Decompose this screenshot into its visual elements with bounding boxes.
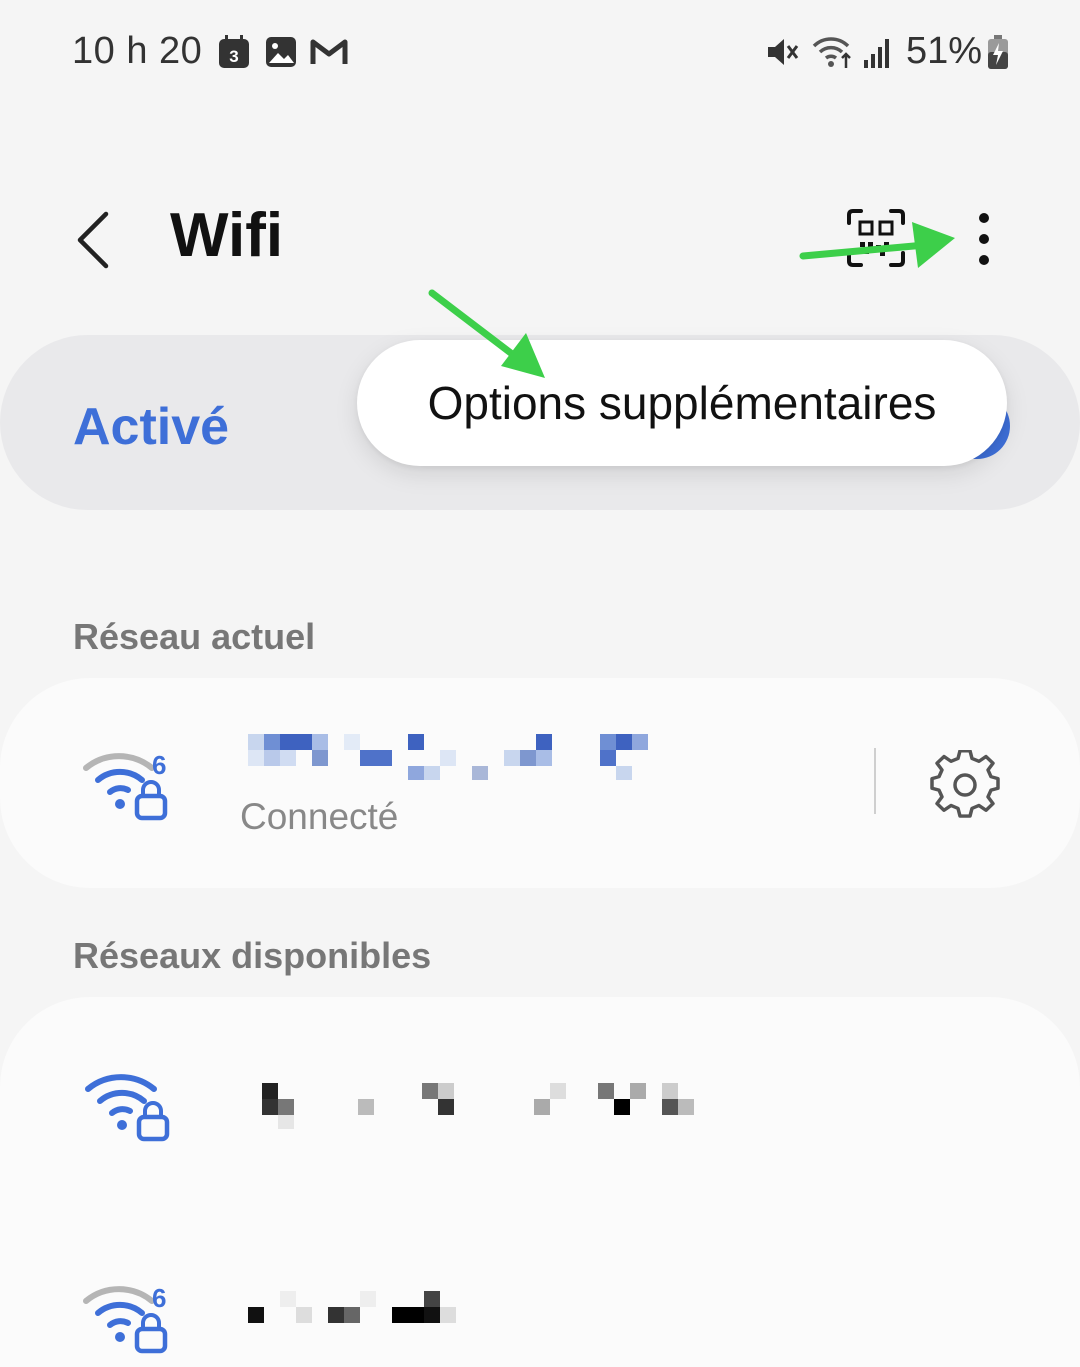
available-network-item[interactable]: [0, 1037, 1080, 1197]
available-networks-card: 6: [0, 997, 1080, 1367]
divider: [874, 748, 876, 814]
back-button[interactable]: [62, 200, 132, 280]
qr-scan-button[interactable]: [843, 205, 909, 271]
gallery-icon: [264, 34, 298, 75]
page-title: Wifi: [170, 201, 284, 270]
section-label-current: Réseau actuel: [73, 616, 316, 657]
wifi-standard-label: 6: [152, 1283, 166, 1313]
network-settings-button[interactable]: [930, 749, 1000, 820]
network-status: Connecté: [240, 796, 399, 837]
calendar-icon: 3: [217, 34, 251, 75]
signal-icon: [862, 34, 894, 75]
calendar-badge: 3: [229, 47, 238, 66]
gear-icon: [930, 749, 1000, 818]
status-time: 10 h 20: [72, 30, 203, 72]
available-network-item[interactable]: 6: [0, 1267, 1080, 1367]
battery-charging-icon: [986, 34, 1010, 75]
wifi-toggle-label: Activé: [73, 398, 230, 456]
section-label-available: Réseaux disponibles: [73, 935, 432, 976]
status-bar: 10 h 20 3 51%: [0, 0, 1080, 110]
wifi-6-lock-icon: 6: [80, 1277, 176, 1362]
chevron-left-icon: [77, 211, 109, 269]
tooltip-text: Options supplémentaires: [427, 377, 937, 429]
mute-icon: [764, 34, 800, 75]
more-options-button[interactable]: [962, 205, 1006, 271]
gmail-icon: [310, 34, 348, 75]
current-network-card[interactable]: 6 Connecté: [0, 678, 1080, 888]
qr-scan-icon: [847, 209, 905, 267]
wifi-standard-label: 6: [152, 750, 166, 780]
more-vert-icon: [979, 213, 989, 265]
wifi-status-icon: [812, 34, 856, 75]
wifi-6-lock-icon: 6: [80, 744, 176, 829]
battery-percent: 51%: [906, 30, 983, 72]
wifi-lock-icon: [82, 1065, 178, 1150]
tooltip-more-options: Options supplémentaires: [357, 340, 1007, 466]
